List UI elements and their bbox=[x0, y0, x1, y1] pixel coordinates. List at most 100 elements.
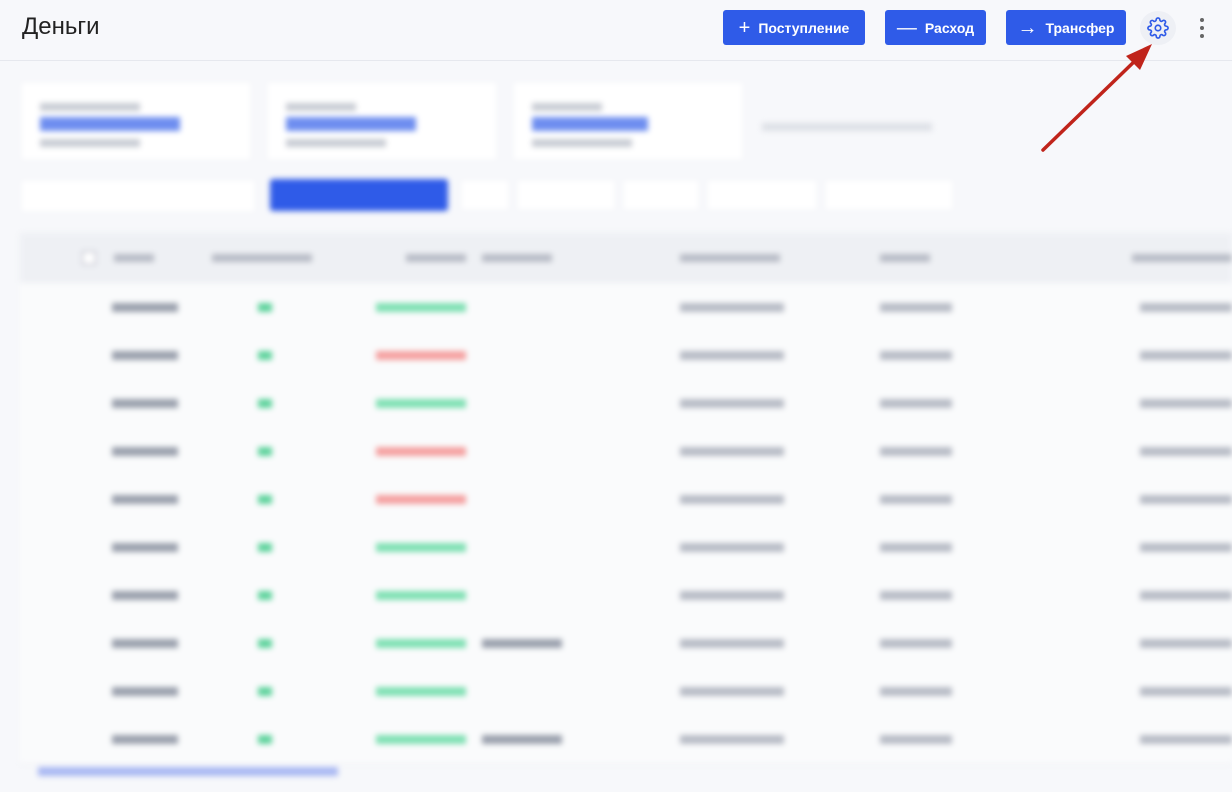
settings-button[interactable] bbox=[1140, 11, 1176, 45]
cell-placeholder bbox=[376, 447, 466, 456]
cell-placeholder bbox=[258, 303, 272, 312]
cell-placeholder bbox=[1140, 687, 1232, 696]
cell-placeholder bbox=[112, 735, 178, 744]
table-row[interactable] bbox=[20, 427, 1232, 476]
cell-placeholder bbox=[680, 639, 784, 648]
more-menu-button[interactable] bbox=[1194, 16, 1210, 40]
cell-placeholder bbox=[880, 303, 952, 312]
table-row[interactable] bbox=[20, 379, 1232, 428]
page-header: Деньги + Поступление — Расход → Трансфер bbox=[0, 0, 1232, 61]
cell-placeholder bbox=[1140, 543, 1232, 552]
cell-placeholder bbox=[880, 543, 952, 552]
gear-icon bbox=[1147, 17, 1169, 39]
kebab-dot bbox=[1200, 18, 1204, 22]
cell-placeholder bbox=[1140, 351, 1232, 360]
table-row[interactable] bbox=[20, 715, 1232, 764]
minus-icon: — bbox=[896, 16, 917, 39]
cell-placeholder bbox=[680, 495, 784, 504]
cell-placeholder bbox=[376, 399, 466, 408]
cell-placeholder bbox=[680, 447, 784, 456]
cell-placeholder bbox=[258, 591, 272, 600]
cell-placeholder bbox=[258, 543, 272, 552]
search-input[interactable] bbox=[22, 181, 254, 211]
page-title: Деньги bbox=[22, 13, 100, 40]
cell-placeholder bbox=[112, 591, 178, 600]
cell-placeholder bbox=[258, 639, 272, 648]
transfer-button-label: Трансфер bbox=[1045, 19, 1115, 36]
cell-placeholder bbox=[880, 495, 952, 504]
cell-placeholder bbox=[880, 687, 952, 696]
cell-placeholder bbox=[482, 639, 562, 648]
expense-button-label: Расход bbox=[924, 19, 975, 36]
cell-placeholder bbox=[112, 447, 178, 456]
table-row[interactable] bbox=[20, 475, 1232, 524]
cell-placeholder bbox=[376, 543, 466, 552]
cell-placeholder bbox=[880, 399, 952, 408]
kebab-dot bbox=[1200, 34, 1204, 38]
cell-placeholder bbox=[258, 495, 272, 504]
table-row[interactable] bbox=[20, 523, 1232, 572]
cell-placeholder bbox=[1140, 495, 1232, 504]
table-row[interactable] bbox=[20, 667, 1232, 716]
cell-placeholder bbox=[112, 639, 178, 648]
cell-placeholder bbox=[258, 735, 272, 744]
table-row[interactable] bbox=[20, 619, 1232, 668]
cell-placeholder bbox=[376, 303, 466, 312]
cell-placeholder bbox=[258, 351, 272, 360]
plus-icon: + bbox=[738, 16, 751, 39]
account-card bbox=[22, 83, 250, 159]
cell-placeholder bbox=[680, 351, 784, 360]
cell-placeholder bbox=[680, 735, 784, 744]
cell-placeholder bbox=[258, 447, 272, 456]
filter-chip[interactable] bbox=[518, 181, 614, 209]
cell-placeholder bbox=[112, 687, 178, 696]
sort-button[interactable] bbox=[270, 179, 448, 211]
table-row[interactable] bbox=[20, 571, 1232, 620]
cell-placeholder bbox=[680, 399, 784, 408]
cell-placeholder bbox=[258, 687, 272, 696]
filter-chip[interactable] bbox=[826, 181, 952, 209]
cell-placeholder bbox=[680, 591, 784, 600]
cell-placeholder bbox=[1140, 735, 1232, 744]
cell-placeholder bbox=[258, 399, 272, 408]
cell-placeholder bbox=[880, 591, 952, 600]
cell-placeholder bbox=[376, 351, 466, 360]
blurred-content bbox=[0, 61, 1232, 792]
cell-placeholder bbox=[880, 447, 952, 456]
cell-placeholder bbox=[1140, 399, 1232, 408]
cell-placeholder bbox=[482, 735, 562, 744]
cell-placeholder bbox=[1140, 591, 1232, 600]
account-card bbox=[268, 83, 496, 159]
cell-placeholder bbox=[112, 495, 178, 504]
filter-chip[interactable] bbox=[624, 181, 698, 209]
cell-placeholder bbox=[680, 687, 784, 696]
income-button-label: Поступление bbox=[758, 19, 850, 36]
cell-placeholder bbox=[376, 687, 466, 696]
cell-placeholder bbox=[880, 639, 952, 648]
cell-placeholder bbox=[376, 591, 466, 600]
cell-placeholder bbox=[680, 303, 784, 312]
income-button[interactable]: + Поступление bbox=[723, 10, 865, 45]
cell-placeholder bbox=[1140, 303, 1232, 312]
cell-placeholder bbox=[880, 351, 952, 360]
filter-chip[interactable] bbox=[708, 181, 816, 209]
cell-placeholder bbox=[1140, 447, 1232, 456]
cell-placeholder bbox=[1140, 639, 1232, 648]
cell-placeholder bbox=[112, 399, 178, 408]
cell-placeholder bbox=[376, 735, 466, 744]
filter-chip[interactable] bbox=[462, 181, 508, 209]
account-card bbox=[514, 83, 742, 159]
table-row[interactable] bbox=[20, 283, 1232, 332]
cell-placeholder bbox=[376, 639, 466, 648]
kebab-dot bbox=[1200, 26, 1204, 30]
select-all-checkbox[interactable] bbox=[82, 251, 96, 265]
cell-placeholder bbox=[112, 543, 178, 552]
cell-placeholder bbox=[112, 303, 178, 312]
cell-placeholder bbox=[880, 735, 952, 744]
arrow-right-icon: → bbox=[1017, 16, 1038, 39]
cell-placeholder bbox=[112, 351, 178, 360]
transfer-button[interactable]: → Трансфер bbox=[1006, 10, 1126, 45]
expense-button[interactable]: — Расход bbox=[885, 10, 986, 45]
table-row[interactable] bbox=[20, 331, 1232, 380]
hint-placeholder bbox=[762, 123, 932, 131]
